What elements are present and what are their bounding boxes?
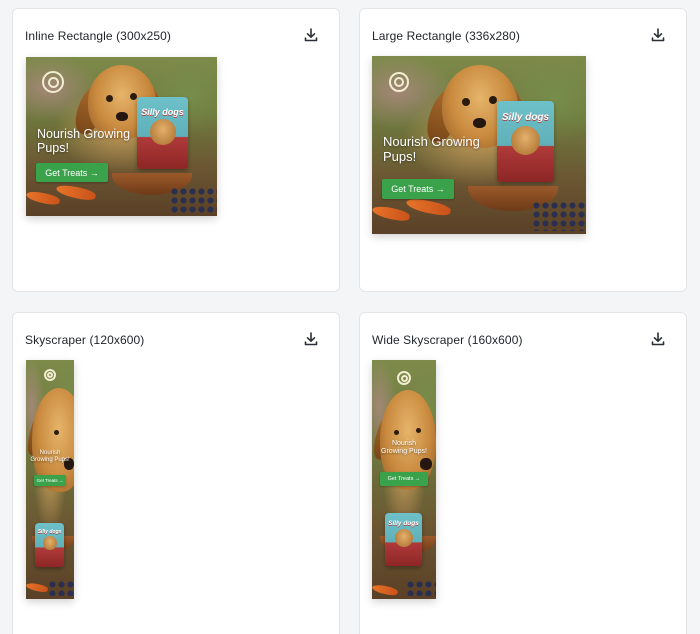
ad-preview: Silly dogs Nourish Growing Pups! Get Tre… bbox=[372, 360, 436, 599]
cta-button[interactable]: Get Treats → bbox=[36, 163, 108, 182]
ad-card-skyscraper: Skyscraper (120x600) Silly dogs Nourish … bbox=[12, 312, 340, 634]
ad-size-title: Large Rectangle (336x280) bbox=[372, 29, 520, 43]
product-bag-image: Silly dogs bbox=[385, 513, 422, 566]
product-bag-image: Silly dogs bbox=[35, 523, 64, 567]
ad-card-large-rectangle: Large Rectangle (336x280) Silly dogs Nou… bbox=[359, 8, 687, 292]
download-icon bbox=[304, 332, 318, 346]
download-button[interactable] bbox=[303, 331, 319, 347]
product-brand: Silly dogs bbox=[501, 112, 550, 124]
ad-headline: Nourish Growing Pups! bbox=[383, 134, 480, 164]
ad-size-title: Wide Skyscraper (160x600) bbox=[372, 333, 523, 347]
product-brand: Silly dogs bbox=[141, 107, 184, 118]
download-icon bbox=[651, 332, 665, 346]
cta-button[interactable]: Get Treats → bbox=[34, 475, 66, 486]
ad-card-wide-skyscraper: Wide Skyscraper (160x600) Silly dogs Nou… bbox=[359, 312, 687, 634]
ad-preview: Silly dogs Nourish Growing Pups! Get Tre… bbox=[26, 360, 74, 599]
ad-headline: Nourish Growing Pups! bbox=[30, 450, 70, 463]
download-icon bbox=[304, 28, 318, 42]
download-button[interactable] bbox=[650, 331, 666, 347]
download-icon bbox=[651, 28, 665, 42]
cta-button[interactable]: Get Treats → bbox=[382, 179, 454, 199]
ad-headline: Nourish Growing Pups! bbox=[37, 127, 131, 156]
ad-preview: Silly dogs Nourish Growing Pups! Get Tre… bbox=[26, 57, 217, 216]
product-brand: Silly dogs bbox=[37, 528, 62, 535]
download-button[interactable] bbox=[650, 27, 666, 43]
brand-logo-icon bbox=[389, 72, 409, 92]
ad-preview: Silly dogs Nourish Growing Pups! Get Tre… bbox=[372, 56, 586, 234]
brand-logo-icon bbox=[44, 369, 56, 381]
brand-logo-icon bbox=[397, 371, 411, 385]
download-button[interactable] bbox=[303, 27, 319, 43]
ad-card-inline-rectangle: Inline Rectangle (300x250) Silly dogs No… bbox=[12, 8, 340, 292]
brand-logo-icon bbox=[42, 71, 64, 93]
ad-headline: Nourish Growing Pups! bbox=[381, 440, 427, 456]
product-brand: Silly dogs bbox=[388, 520, 419, 528]
cta-button[interactable]: Get Treats → bbox=[380, 472, 428, 486]
ad-size-title: Skyscraper (120x600) bbox=[25, 333, 145, 347]
ad-size-title: Inline Rectangle (300x250) bbox=[25, 29, 172, 43]
product-bag-image: Silly dogs bbox=[497, 101, 554, 182]
product-bag-image: Silly dogs bbox=[137, 97, 188, 169]
